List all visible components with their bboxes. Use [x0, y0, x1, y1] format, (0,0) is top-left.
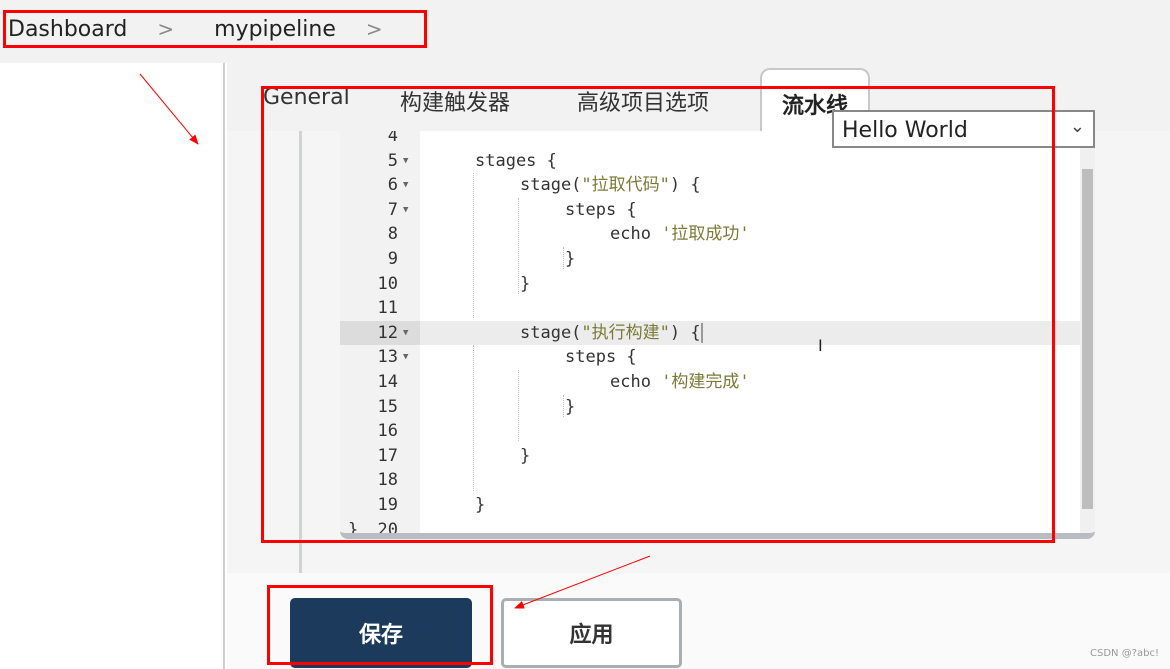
code-line[interactable]: 11 [340, 296, 1095, 321]
code-text: } [520, 273, 531, 294]
pipeline-script-editor[interactable]: 4 5 ▼ stages {6 ▼ stage("拉取代码") {7 ▼ steps {8 ec… [340, 131, 1095, 539]
code-text: } [348, 519, 359, 539]
code-text: } [565, 249, 576, 269]
line-number: 5 [387, 150, 398, 171]
indent-guide [518, 370, 519, 442]
code-line[interactable]: 18 [340, 468, 1095, 493]
code-line[interactable]: 16 [340, 419, 1095, 444]
code-text: } [520, 445, 531, 466]
caret [700, 322, 703, 343]
line-number: 10 [377, 273, 398, 294]
line-number: 17 [377, 445, 398, 466]
form-actions: 保存 应用 [227, 573, 1170, 669]
code-line[interactable]: 6 ▼ stage("拉取代码") { [340, 173, 1095, 198]
pipeline-section: 4 5 ▼ stages {6 ▼ stage("拉取代码") {7 ▼ steps {8 ec… [227, 131, 1170, 573]
code-line[interactable]: 8 echo '拉取成功' [340, 222, 1095, 247]
editor-scrollbar[interactable] [1080, 131, 1095, 533]
line-number: 4 [387, 131, 398, 146]
tab-advanced-options[interactable]: 高级项目选项 [577, 85, 709, 117]
code-line[interactable]: 14 echo '构建完成' [340, 370, 1095, 395]
code-line[interactable]: 20} [340, 518, 1095, 539]
scrollbar-thumb[interactable] [1082, 169, 1093, 509]
indent-guide [563, 247, 564, 270]
code-text: stages { [475, 150, 557, 171]
code-line[interactable]: 12 ▼ stage("执行构建") { [340, 320, 1095, 346]
select-value: Hello World [842, 118, 968, 143]
side-panel [0, 63, 225, 669]
chevron-down-icon: ⌄ [1069, 116, 1085, 137]
line-number: 13 [377, 347, 398, 368]
fold-arrow-icon[interactable]: ▼ [403, 345, 408, 370]
code-text: } [475, 495, 486, 515]
code-text: } [565, 396, 576, 417]
tab-build-triggers[interactable]: 构建触发器 [400, 85, 510, 117]
indent-guide [473, 345, 474, 491]
tab-general[interactable]: General [263, 85, 350, 110]
code-line[interactable]: 10} [340, 272, 1095, 297]
breadcrumb-dashboard[interactable]: Dashboard [8, 17, 127, 42]
code-line[interactable]: 9} [340, 247, 1095, 272]
line-number: 15 [377, 396, 398, 417]
sample-script-select[interactable]: Hello World ⌄ [832, 110, 1095, 148]
breadcrumb-mypipeline[interactable]: mypipeline [214, 17, 336, 42]
indent-guide [518, 197, 519, 294]
section-divider [299, 131, 302, 573]
code-line[interactable]: 15} [340, 395, 1095, 420]
code-text: stage("拉取代码") { [520, 175, 701, 196]
code-line[interactable]: 7 ▼ steps { [340, 198, 1095, 223]
chevron-right-icon: > [157, 17, 175, 41]
code-line[interactable]: 17} [340, 444, 1095, 469]
text-cursor-icon: I [818, 336, 823, 355]
code-text: stage("执行构建") { [520, 322, 703, 343]
line-number: 16 [377, 421, 398, 442]
code-text: echo '构建完成' [610, 372, 750, 392]
line-number: 7 [387, 199, 398, 220]
line-number: 12 [377, 322, 398, 343]
fold-arrow-icon[interactable]: ▼ [403, 173, 408, 198]
line-number: 6 [387, 175, 398, 196]
save-button[interactable]: 保存 [290, 598, 472, 668]
line-number: 14 [377, 372, 398, 392]
line-number: 9 [387, 249, 398, 269]
watermark: CSDN @?abc! [1090, 648, 1159, 659]
apply-button[interactable]: 应用 [501, 598, 682, 668]
breadcrumb: Dashboard > mypipeline > [8, 12, 423, 46]
line-number: 8 [387, 224, 398, 245]
code-line[interactable]: 13 ▼ steps { [340, 345, 1095, 370]
fold-arrow-icon[interactable]: ▼ [403, 321, 408, 346]
fold-arrow-icon[interactable]: ▼ [403, 149, 408, 174]
fold-arrow-icon[interactable]: ▼ [403, 198, 408, 223]
indent-guide [563, 394, 564, 417]
line-number: 19 [377, 495, 398, 515]
code-text: steps { [565, 347, 637, 368]
top-bar: Dashboard > mypipeline > [0, 0, 1170, 63]
code-line[interactable]: 5 ▼ stages { [340, 149, 1095, 174]
code-text: echo '拉取成功' [610, 224, 750, 245]
line-number: 11 [377, 298, 398, 319]
indent-guide [473, 173, 474, 319]
code-text: steps { [565, 199, 637, 220]
code-line[interactable]: 19} [340, 493, 1095, 518]
line-number: 18 [377, 470, 398, 491]
chevron-right-icon[interactable]: > [366, 17, 383, 41]
